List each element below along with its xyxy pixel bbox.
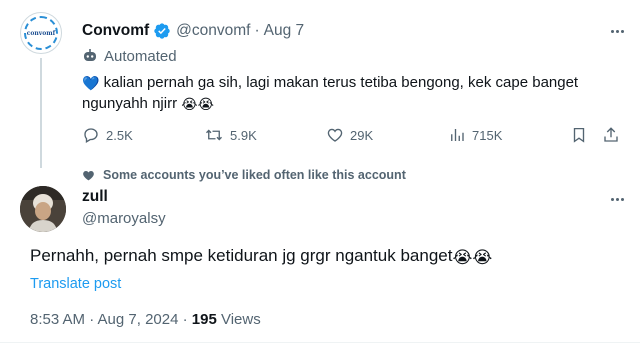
reply-author-handle[interactable]: @maroyalsy xyxy=(82,210,166,227)
verified-badge-icon xyxy=(153,22,171,40)
avatar-logo-ring: convomf xyxy=(24,16,58,50)
reply-more-icon[interactable] xyxy=(611,198,624,201)
reply-text: Pernahh, pernah smpe ketiduran jg grgr n… xyxy=(30,244,492,268)
tweet-date[interactable]: Aug 7 xyxy=(264,22,305,40)
bookmark-button[interactable] xyxy=(570,124,588,146)
tweet-text: 💙 kalian pernah ga sih, lagi makan terus… xyxy=(82,72,612,114)
reply-author-name[interactable]: zull xyxy=(82,188,108,206)
reply-views-label: Views xyxy=(216,311,261,328)
share-button[interactable] xyxy=(602,124,620,146)
author-handle[interactable]: @convomf xyxy=(176,22,250,40)
translate-post-link[interactable]: Translate post xyxy=(30,276,121,292)
tweet-body: kalian pernah ga sih, lagi makan terus t… xyxy=(82,74,579,112)
bot-icon xyxy=(84,49,96,61)
automated-label: Automated xyxy=(82,46,177,66)
automated-text: Automated xyxy=(104,47,177,65)
divider xyxy=(0,342,640,343)
reply-body: Pernahh, pernah smpe ketiduran jg grgr n… xyxy=(30,246,453,265)
reply-views-count: 195 xyxy=(191,311,217,328)
avatar-logo-text: convomf xyxy=(26,29,56,37)
crying-emoji: 😭😭 xyxy=(181,96,214,112)
views-count: 715K xyxy=(472,127,503,143)
reply-button[interactable]: 2.5K xyxy=(82,124,133,146)
views-icon xyxy=(451,129,464,141)
repost-button[interactable]: 5.9K xyxy=(204,124,257,146)
repost-count: 5.9K xyxy=(230,127,257,143)
tweet-actions: 2.5K 5.9K 29K 715K xyxy=(82,124,618,146)
blue-heart-emoji: 💙 xyxy=(82,75,100,91)
views-button[interactable]: 715K xyxy=(448,124,502,146)
like-icon xyxy=(327,128,343,142)
reply-time[interactable]: 8:53 AM · Aug 7, 2024 · xyxy=(30,311,192,328)
header-separator: · xyxy=(254,22,260,39)
social-context: Some accounts you’ve liked often like th… xyxy=(82,166,406,184)
like-count: 29K xyxy=(350,127,374,143)
bookmark-icon xyxy=(573,127,585,143)
avatar-photo xyxy=(20,186,66,232)
author-avatar[interactable]: convomf xyxy=(20,12,62,54)
reply-crying-emoji: 😭😭 xyxy=(452,248,493,267)
reply-count: 2.5K xyxy=(106,127,133,143)
social-context-text: Some accounts you’ve liked often like th… xyxy=(103,168,406,182)
tweet-header: Convomf @convomf · Aug 7 xyxy=(82,20,304,42)
reply-icon xyxy=(84,128,98,143)
share-icon xyxy=(604,127,618,142)
author-name[interactable]: Convomf xyxy=(82,22,149,40)
reply-author-avatar[interactable] xyxy=(20,186,66,232)
thread-connector-line xyxy=(40,58,42,168)
repost-icon xyxy=(206,129,222,141)
heart-icon xyxy=(83,170,94,180)
like-button[interactable]: 29K xyxy=(326,124,373,146)
more-icon[interactable] xyxy=(611,30,624,33)
reply-timestamp: 8:53 AM · Aug 7, 2024 · 195 Views xyxy=(30,311,261,328)
